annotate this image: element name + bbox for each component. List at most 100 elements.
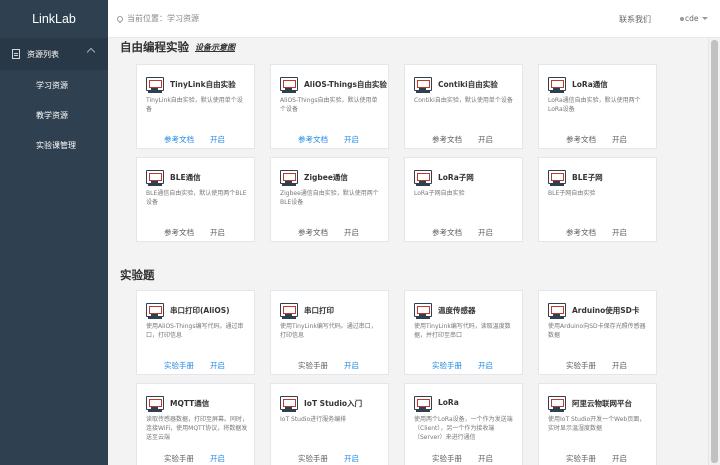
monitor-icon: [414, 77, 432, 91]
card-open-button[interactable]: 开启: [344, 134, 359, 145]
scrollbar-thumb[interactable]: [711, 40, 718, 463]
location-pin-icon: [115, 14, 125, 23]
card-doc-button[interactable]: 实验手册: [164, 453, 194, 464]
experiment-card: Zigbee通信 Zigbee通信自由实验，默认使用两个BLE设备 参考文档 开启: [270, 157, 389, 242]
card-doc-button[interactable]: 实验手册: [164, 360, 194, 371]
monitor-icon: [414, 396, 432, 410]
card-open-button[interactable]: 开启: [478, 453, 493, 464]
card-open-button[interactable]: 开启: [478, 134, 493, 145]
monitor-icon: [280, 77, 298, 91]
monitor-base-icon: [148, 184, 162, 186]
experiment-card: BLE子网 BLE子网自由实验参考文档 开启: [538, 157, 657, 242]
card-title: IoT Studio入门: [304, 399, 363, 408]
card-doc-button[interactable]: 参考文档: [432, 227, 462, 238]
experiment-card: AliOS-Things自由实验 AliOS-Things自由实验，默认使用单个设…: [270, 64, 389, 149]
card-doc-button[interactable]: 参考文档: [164, 227, 194, 238]
card-open-button[interactable]: 开启: [210, 134, 225, 145]
card-doc-button[interactable]: 参考文档: [432, 134, 462, 145]
card-doc-button[interactable]: 实验手册: [432, 360, 462, 371]
sidebar-section-resources[interactable]: 资源列表: [0, 38, 108, 70]
monitor-icon: [146, 303, 164, 317]
card-title: BLE通信: [170, 173, 201, 182]
experiment-card: MQTT通信 读取传感器数据，打印至屏幕。同时，连接WiFi，使用MQTT协议，将…: [136, 383, 255, 465]
monitor-icon: [548, 170, 566, 184]
card-doc-button[interactable]: 实验手册: [298, 453, 328, 464]
monitor-base-icon: [416, 410, 430, 412]
section-title-lab-exercises: 实验题: [120, 268, 155, 282]
monitor-base-icon: [282, 184, 296, 186]
card-doc-button[interactable]: 参考文档: [566, 134, 596, 145]
card-description: Contiki自由实验，默认使用单个设备: [414, 97, 513, 104]
card-doc-button[interactable]: 参考文档: [164, 134, 194, 145]
card-doc-button[interactable]: 实验手册: [566, 453, 596, 464]
monitor-base-icon: [416, 317, 430, 319]
card-open-button[interactable]: 开启: [210, 453, 225, 464]
user-menu[interactable]: cde: [680, 14, 708, 23]
sidebar-item-teaching[interactable]: 教学资源: [0, 100, 108, 130]
free-experiment-grid: TinyLink自由实验 TinyLink自由实验，默认使用单个设备 参考文档 开启 A…: [136, 64, 657, 242]
card-open-button[interactable]: 开启: [612, 453, 627, 464]
card-description: LoRa通信自由实验，默认使用两个LoRa设备: [548, 97, 641, 113]
monitor-base-icon: [282, 410, 296, 412]
scrollbar[interactable]: [708, 38, 720, 465]
card-open-button[interactable]: 开启: [210, 227, 225, 238]
card-doc-button[interactable]: 实验手册: [432, 453, 462, 464]
monitor-base-icon: [148, 91, 162, 93]
contact-us-link[interactable]: 联系我们: [619, 14, 651, 25]
monitor-icon: [548, 77, 566, 91]
card-open-button[interactable]: 开启: [344, 360, 359, 371]
user-icon: [680, 16, 684, 21]
card-doc-button[interactable]: 参考文档: [298, 227, 328, 238]
top-bar: 当前位置：学习资源 联系我们 cde: [108, 0, 720, 38]
sidebar-item-lab-course[interactable]: 实验课管理: [0, 130, 108, 160]
card-open-button[interactable]: 开启: [612, 227, 627, 238]
card-description: LoRa子网自由实验: [414, 190, 465, 197]
experiment-card: TinyLink自由实验 TinyLink自由实验，默认使用单个设备参考文档 开启: [136, 64, 255, 149]
card-open-button[interactable]: 开启: [478, 360, 493, 371]
card-title: LoRa: [438, 398, 459, 407]
monitor-icon: [548, 396, 566, 410]
experiment-card: 串口打印(AliOS) 使用AliOS-Things编写代码。通过串口，打印信息实…: [136, 290, 255, 375]
card-title: TinyLink自由实验: [170, 80, 236, 89]
card-description: BLE子网自由实验: [548, 190, 596, 197]
card-open-button[interactable]: 开启: [344, 227, 359, 238]
card-title: LoRa子网: [438, 173, 474, 182]
card-open-button[interactable]: 开启: [344, 453, 359, 464]
card-description: 使用Arduino向SD卡保存光照传感器数据: [548, 323, 646, 339]
experiment-card: Contiki自由实验 Contiki自由实验，默认使用单个设备参考文档 开启: [404, 64, 523, 149]
card-open-button[interactable]: 开启: [612, 360, 627, 371]
monitor-base-icon: [416, 91, 430, 93]
card-doc-button[interactable]: 实验手册: [298, 360, 328, 371]
document-icon: [12, 49, 20, 59]
section-title-free-programming: 自由编程实验: [120, 40, 189, 54]
monitor-base-icon: [416, 184, 430, 186]
monitor-base-icon: [282, 317, 296, 319]
username: cde: [685, 14, 699, 23]
monitor-icon: [146, 77, 164, 91]
brand-logo[interactable]: LinkLab: [0, 0, 108, 38]
card-doc-button[interactable]: 参考文档: [566, 227, 596, 238]
experiment-card: 温度传感器 使用TinyLink编写代码，读取温度数据，并打印至串口 实验手册 开启: [404, 290, 523, 375]
breadcrumb-text: 当前位置：学习资源: [127, 14, 199, 23]
card-title: Contiki自由实验: [438, 80, 498, 89]
experiment-card: 串口打印 使用TinyLink编写代码。通过串口，打印信息 实验手册 开启: [270, 290, 389, 375]
monitor-base-icon: [148, 410, 162, 412]
card-title: Arduino使用SD卡: [572, 306, 640, 315]
card-open-button[interactable]: 开启: [210, 360, 225, 371]
sidebar-section-label: 资源列表: [27, 49, 59, 59]
card-doc-button[interactable]: 实验手册: [566, 360, 596, 371]
card-description: AliOS-Things自由实验，默认使用单个设备: [280, 97, 378, 113]
card-open-button[interactable]: 开启: [612, 134, 627, 145]
card-description: 使用IoT Studio开发一个Web页面，实时显示温湿度数据: [548, 416, 646, 432]
sidebar-item-learning[interactable]: 学习资源: [0, 70, 108, 100]
card-title: BLE子网: [572, 173, 603, 182]
main-content: 自由编程实验 设备示意图 TinyLink自由实验 TinyLink自由实验，默认…: [108, 38, 708, 465]
card-doc-button[interactable]: 参考文档: [298, 134, 328, 145]
card-open-button[interactable]: 开启: [478, 227, 493, 238]
monitor-icon: [548, 303, 566, 317]
card-description: TinyLink自由实验，默认使用单个设备: [146, 97, 243, 113]
experiment-card: IoT Studio入门 IoT Studio进行服务编排 实验手册 开启: [270, 383, 389, 465]
card-title: AliOS-Things自由实验: [304, 80, 387, 89]
device-diagram-link[interactable]: 设备示意图: [195, 42, 235, 53]
experiment-card: Arduino使用SD卡使用Arduino向SD卡保存光照传感器数据实验手册 开启: [538, 290, 657, 375]
